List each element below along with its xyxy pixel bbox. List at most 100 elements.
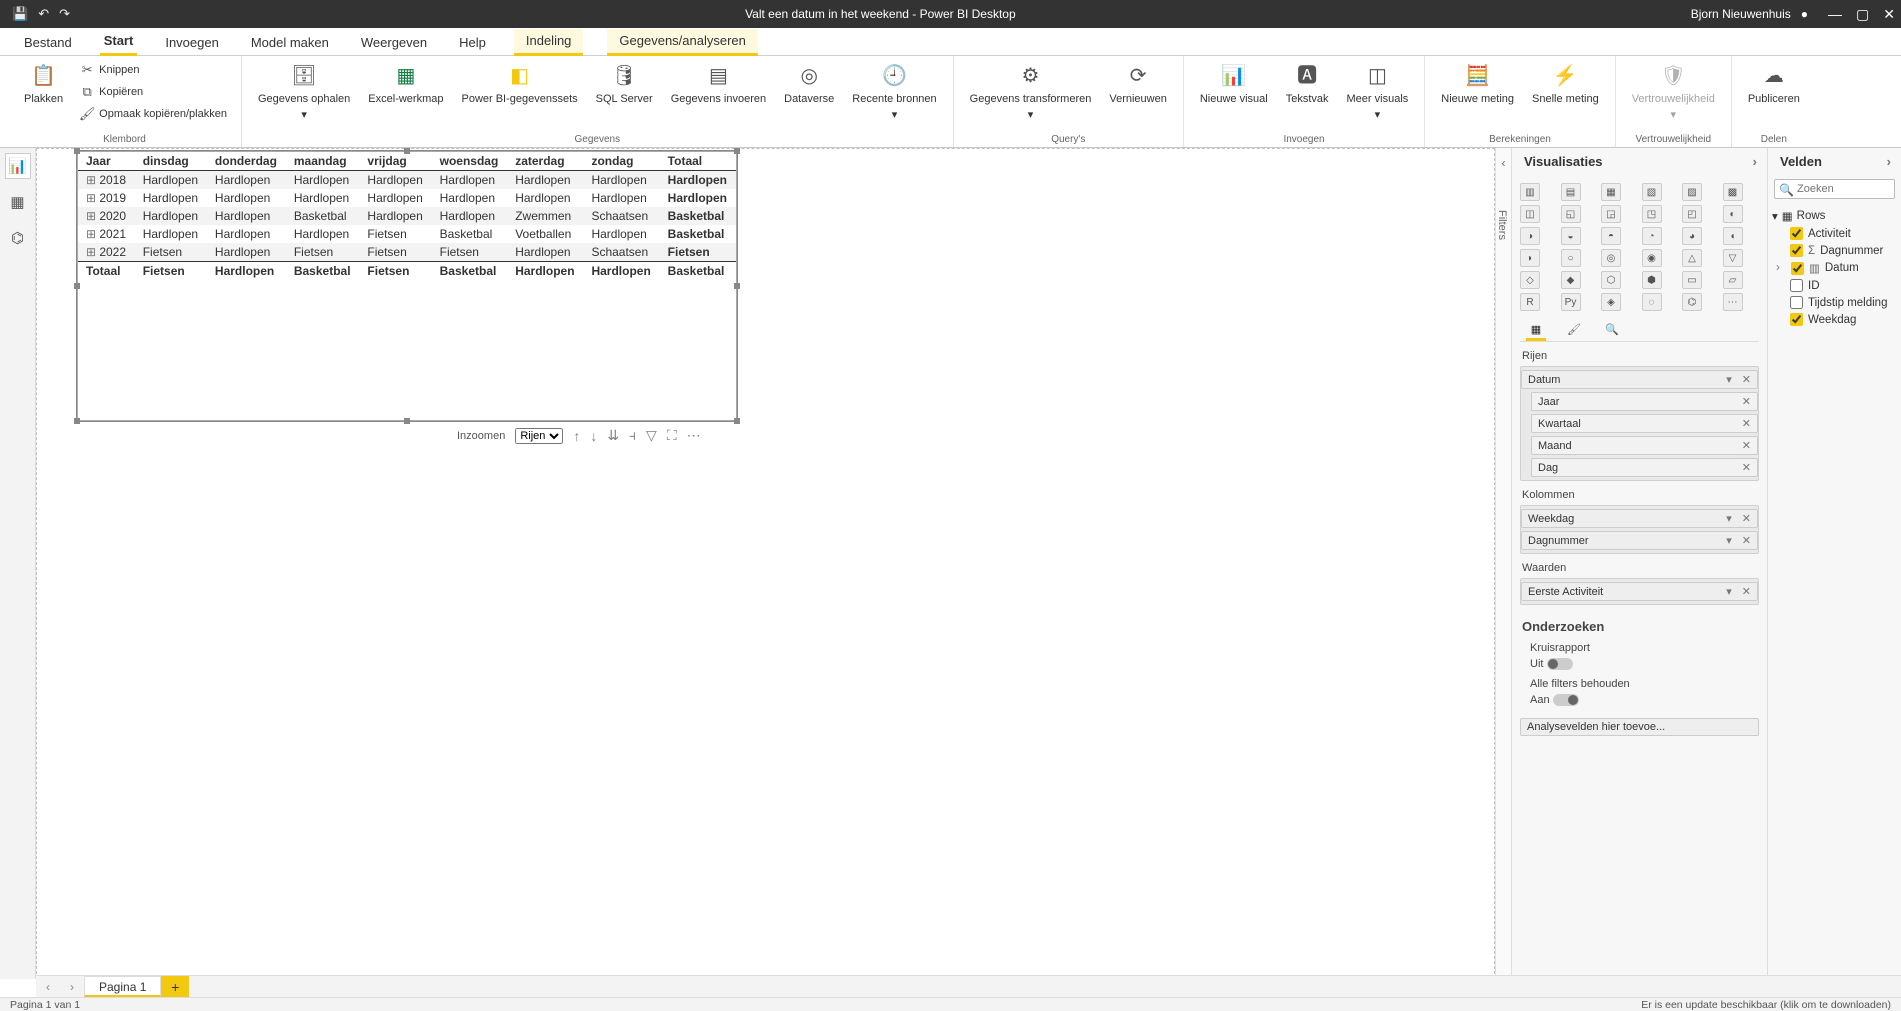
- resize-handle[interactable]: [734, 283, 740, 289]
- analytics-subtab[interactable]: 🔍: [1602, 321, 1622, 341]
- remove-field-icon[interactable]: ✕: [1742, 585, 1751, 598]
- excel-button[interactable]: ▦Excel-werkmap: [362, 60, 449, 132]
- filters-pane-collapsed[interactable]: ‹ Filters: [1495, 148, 1511, 979]
- inzoomen-select[interactable]: Rijen: [515, 428, 563, 444]
- keepfilters-toggle[interactable]: [1553, 694, 1579, 706]
- viz-type-icon[interactable]: Py: [1561, 293, 1581, 311]
- expand-icon[interactable]: ⊞: [86, 245, 96, 259]
- tab-gegevens-analyseren[interactable]: Gegevens/analyseren: [607, 29, 757, 56]
- chevron-right-icon[interactable]: ›: [1776, 262, 1786, 274]
- resize-handle[interactable]: [74, 148, 80, 154]
- sql-server-button[interactable]: 🛢SQL Server: [590, 60, 659, 132]
- viz-type-icon[interactable]: ▨: [1682, 183, 1702, 201]
- field-checkbox[interactable]: [1790, 296, 1803, 309]
- viz-type-icon[interactable]: ▽: [1723, 249, 1743, 267]
- paste-button[interactable]: 📋 Plakken: [18, 60, 69, 132]
- rows-pill-datum[interactable]: Datum▾✕: [1521, 370, 1758, 389]
- expand-icon[interactable]: ⊞: [86, 173, 96, 187]
- get-data-button[interactable]: 🗄Gegevens ophalen▾: [252, 60, 356, 132]
- save-icon[interactable]: 💾: [12, 6, 28, 22]
- remove-field-icon[interactable]: ✕: [1742, 512, 1751, 525]
- field-item[interactable]: Tijdstip melding: [1772, 294, 1897, 311]
- dataverse-button[interactable]: ◎Dataverse: [778, 60, 840, 132]
- expand-icon[interactable]: ⊞: [86, 191, 96, 205]
- field-item[interactable]: ID: [1772, 277, 1897, 294]
- matrix-row-header[interactable]: ⊞ 2021: [78, 225, 135, 243]
- matrix-row-header[interactable]: ⊞ 2019: [78, 189, 135, 207]
- viz-type-icon[interactable]: ▧: [1642, 183, 1662, 201]
- viz-type-icon[interactable]: ◉: [1642, 249, 1662, 267]
- publish-button[interactable]: ☁Publiceren: [1742, 60, 1806, 132]
- remove-field-icon[interactable]: ✕: [1742, 373, 1751, 386]
- remove-field-icon[interactable]: ✕: [1742, 395, 1751, 408]
- drill-up-icon[interactable]: ↑: [573, 428, 580, 444]
- field-checkbox[interactable]: [1791, 262, 1804, 275]
- rows-pill-maand[interactable]: Maand✕: [1531, 436, 1758, 455]
- viz-type-icon[interactable]: ◆: [1561, 271, 1581, 289]
- viz-type-icon[interactable]: ◫: [1520, 205, 1540, 223]
- tab-help[interactable]: Help: [455, 31, 490, 55]
- filters-expand-icon[interactable]: ‹: [1496, 156, 1511, 170]
- data-view-button[interactable]: ▦: [6, 190, 30, 214]
- matrix-col-header[interactable]: zaterdag: [507, 152, 583, 171]
- collapse-fields-pane-icon[interactable]: ›: [1887, 154, 1891, 169]
- viz-type-icon[interactable]: ◕: [1682, 227, 1702, 245]
- page-tab-1[interactable]: Pagina 1: [84, 976, 161, 997]
- matrix-row[interactable]: ⊞ 2018HardlopenHardlopenHardlopenHardlop…: [78, 171, 736, 190]
- more-visuals-button[interactable]: ◫Meer visuals▾: [1341, 60, 1415, 132]
- field-checkbox[interactable]: [1790, 244, 1803, 257]
- expand-icon[interactable]: ⊞: [86, 209, 96, 223]
- values-pill-eerste-activiteit[interactable]: Eerste Activiteit▾✕: [1521, 582, 1758, 601]
- maximize-button[interactable]: ▢: [1856, 6, 1869, 23]
- viz-type-icon[interactable]: ◈: [1601, 293, 1621, 311]
- page-nav-prev[interactable]: ‹: [36, 976, 60, 997]
- viz-type-icon[interactable]: ▱: [1723, 271, 1743, 289]
- matrix-col-header[interactable]: Totaal: [660, 152, 736, 171]
- viz-type-icon[interactable]: ▩: [1723, 183, 1743, 201]
- matrix-row-header[interactable]: ⊞ 2018: [78, 171, 135, 190]
- add-page-button[interactable]: +: [161, 976, 189, 997]
- matrix-col-header[interactable]: vrijdag: [359, 152, 431, 171]
- field-item[interactable]: ΣDagnummer: [1772, 242, 1897, 259]
- expand-icon[interactable]: ⊞: [86, 227, 96, 241]
- matrix-col-header[interactable]: dinsdag: [135, 152, 207, 171]
- filter-icon[interactable]: ▽: [646, 427, 657, 444]
- field-item[interactable]: ›▥Datum: [1772, 259, 1897, 277]
- minimize-button[interactable]: —: [1828, 6, 1842, 23]
- new-visual-button[interactable]: 📊Nieuwe visual: [1194, 60, 1274, 132]
- rows-pill-jaar[interactable]: Jaar✕: [1531, 392, 1758, 411]
- viz-type-icon[interactable]: ⋯: [1723, 293, 1743, 311]
- viz-type-icon[interactable]: ○: [1561, 249, 1581, 267]
- tab-start[interactable]: Start: [100, 29, 138, 56]
- remove-field-icon[interactable]: ✕: [1742, 439, 1751, 452]
- close-button[interactable]: ✕: [1883, 6, 1895, 23]
- user-info[interactable]: Bjorn Nieuwenhuis ●: [1691, 7, 1808, 21]
- textbox-button[interactable]: 🅰Tekstvak: [1280, 60, 1335, 132]
- matrix-row[interactable]: ⊞ 2019HardlopenHardlopenHardlopenHardlop…: [78, 189, 736, 207]
- fields-subtab[interactable]: ▦: [1526, 321, 1546, 341]
- viz-type-icon[interactable]: ◑: [1520, 227, 1540, 245]
- values-field-well[interactable]: Eerste Activiteit▾✕: [1520, 578, 1759, 605]
- redo-icon[interactable]: ↷: [59, 6, 70, 22]
- viz-type-icon[interactable]: ◲: [1601, 205, 1621, 223]
- format-subtab[interactable]: 🖌: [1564, 321, 1584, 341]
- matrix-col-header[interactable]: donderdag: [207, 152, 286, 171]
- matrix-col-header[interactable]: Jaar: [78, 152, 135, 171]
- matrix-row[interactable]: ⊞ 2020HardlopenHardlopenBasketbalHardlop…: [78, 207, 736, 225]
- pbi-datasets-button[interactable]: ◧Power BI-gegevenssets: [455, 60, 583, 132]
- tab-indeling[interactable]: Indeling: [514, 29, 584, 56]
- viz-type-icon[interactable]: ▭: [1682, 271, 1702, 289]
- viz-type-icon[interactable]: ◎: [1601, 249, 1621, 267]
- resize-handle[interactable]: [404, 148, 410, 154]
- rows-field-well[interactable]: Datum▾✕ Jaar✕ Kwartaal✕ Maand✕ Dag✕: [1520, 366, 1759, 481]
- tab-weergeven[interactable]: Weergeven: [357, 31, 431, 55]
- focus-mode-icon[interactable]: ⛶: [667, 427, 677, 444]
- viz-type-icon[interactable]: ◰: [1682, 205, 1702, 223]
- remove-field-icon[interactable]: ✕: [1742, 534, 1751, 547]
- viz-type-icon[interactable]: ◓: [1601, 227, 1621, 245]
- transform-data-button[interactable]: ⚙Gegevens transformeren▾: [964, 60, 1098, 132]
- collapse-viz-pane-icon[interactable]: ›: [1753, 154, 1757, 169]
- matrix-col-header[interactable]: zondag: [583, 152, 659, 171]
- columns-pill-weekdag[interactable]: Weekdag▾✕: [1521, 509, 1758, 528]
- matrix-col-header[interactable]: woensdag: [432, 152, 508, 171]
